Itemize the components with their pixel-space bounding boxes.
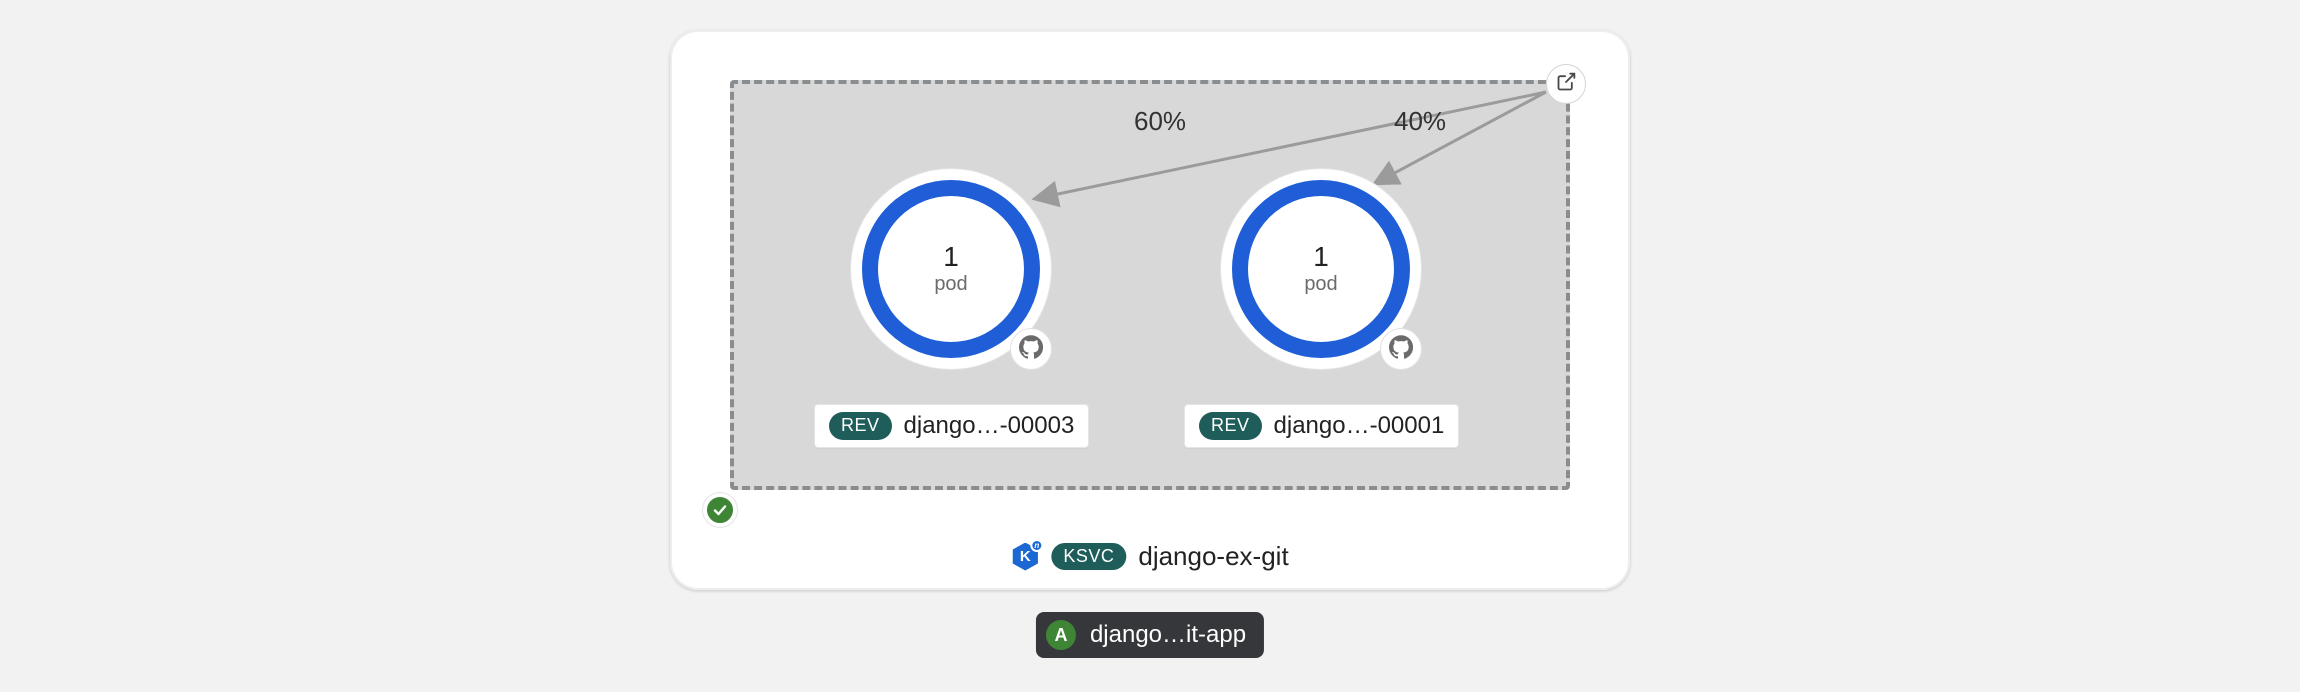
rev-badge: REV	[829, 412, 892, 440]
pod-ring-revision-b[interactable]: 1 pod	[1226, 174, 1416, 364]
github-icon	[1019, 335, 1043, 364]
rev-badge: REV	[1199, 412, 1262, 440]
github-icon	[1389, 335, 1413, 364]
service-name: django-ex-git	[1138, 541, 1288, 572]
traffic-percent-right: 40%	[1394, 106, 1446, 137]
revision-label-b[interactable]: REV django…-00001	[1184, 404, 1459, 448]
open-url-button[interactable]	[1546, 64, 1586, 104]
knative-icon: K n	[1011, 543, 1039, 571]
revision-label-a[interactable]: REV django…-00003	[814, 404, 1089, 448]
application-name: django…it-app	[1090, 621, 1246, 649]
revision-name: django…-00003	[904, 412, 1075, 440]
pod-ring: 1 pod	[1232, 180, 1410, 358]
pod-count: 1	[1313, 243, 1329, 271]
traffic-percent-left: 60%	[1134, 106, 1186, 137]
pod-ring-revision-a[interactable]: 1 pod	[856, 174, 1046, 364]
source-icon-button[interactable]	[1010, 328, 1052, 370]
external-link-icon	[1556, 72, 1576, 97]
revision-name: django…-00001	[1274, 412, 1445, 440]
pod-ring: 1 pod	[862, 180, 1040, 358]
application-group-label[interactable]: A django…it-app	[1036, 612, 1264, 658]
application-icon: A	[1046, 620, 1076, 650]
source-icon-button[interactable]	[1380, 328, 1422, 370]
status-ok-icon	[703, 493, 737, 527]
knative-service-box[interactable]: 60% 40% 1 pod	[730, 80, 1570, 490]
ksvc-badge: KSVC	[1051, 543, 1126, 571]
knative-service-label[interactable]: K n KSVC django-ex-git	[1011, 541, 1288, 572]
pod-label: pod	[934, 273, 967, 296]
pod-label: pod	[1304, 273, 1337, 296]
topology-group-card: 60% 40% 1 pod	[670, 30, 1630, 590]
pod-count: 1	[943, 243, 959, 271]
